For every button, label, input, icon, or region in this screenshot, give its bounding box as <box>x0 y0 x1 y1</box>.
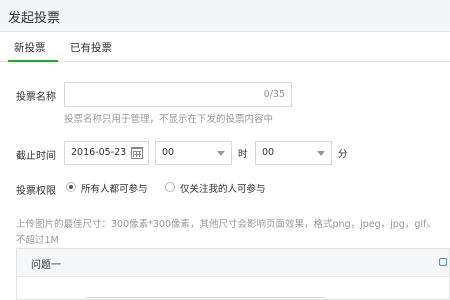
deadline-label: 截止时间 <box>16 151 56 162</box>
tab-bar: 新投票 已有投票 <box>0 32 450 62</box>
hour-value: 00 <box>162 147 175 158</box>
radio-followers-label[interactable]: 仅关注我的人可参与 <box>180 181 266 195</box>
question-action-icon[interactable] <box>439 258 447 266</box>
calendar-icon[interactable] <box>131 147 143 159</box>
vote-name-label: 投票名称 <box>16 92 56 103</box>
chevron-down-icon <box>217 151 225 156</box>
active-tab-indicator <box>8 60 58 62</box>
radio-all-label[interactable]: 所有人都可参与 <box>81 181 148 195</box>
minute-value: 00 <box>262 147 275 158</box>
radio-followers[interactable] <box>165 182 175 192</box>
date-value: 2016-05-23 <box>71 147 127 158</box>
upload-note-size: 不超过1M <box>16 235 59 246</box>
hour-select[interactable]: 00 <box>155 141 232 165</box>
radio-all[interactable] <box>66 182 76 192</box>
question-title: 问题一 <box>31 260 61 271</box>
date-picker[interactable]: 2016-05-23 <box>64 141 149 165</box>
chevron-down-icon <box>317 151 325 156</box>
page-title: 发起投票 <box>8 11 61 26</box>
vote-name-input[interactable]: 0/35 <box>64 82 292 107</box>
upload-note: 上传图片的最佳尺寸：300像素*300像素，其他尺寸会影响页面效果，格式png，… <box>16 219 436 230</box>
permission-label: 投票权限 <box>16 186 56 197</box>
minute-unit: 分 <box>338 149 348 160</box>
top-bar: 发起投票 <box>0 0 450 32</box>
tab-existing-votes[interactable]: 已有投票 <box>70 40 112 55</box>
question-header: 问题一 <box>17 249 449 277</box>
hour-unit: 时 <box>238 149 248 160</box>
tab-new-vote[interactable]: 新投票 <box>14 40 46 55</box>
vote-name-hint: 投票名称只用于管理，不显示在下发的投票内容中 <box>64 114 274 125</box>
char-counter: 0/35 <box>263 89 285 100</box>
minute-select[interactable]: 00 <box>255 141 332 165</box>
question-card: 问题一 <box>16 248 450 300</box>
